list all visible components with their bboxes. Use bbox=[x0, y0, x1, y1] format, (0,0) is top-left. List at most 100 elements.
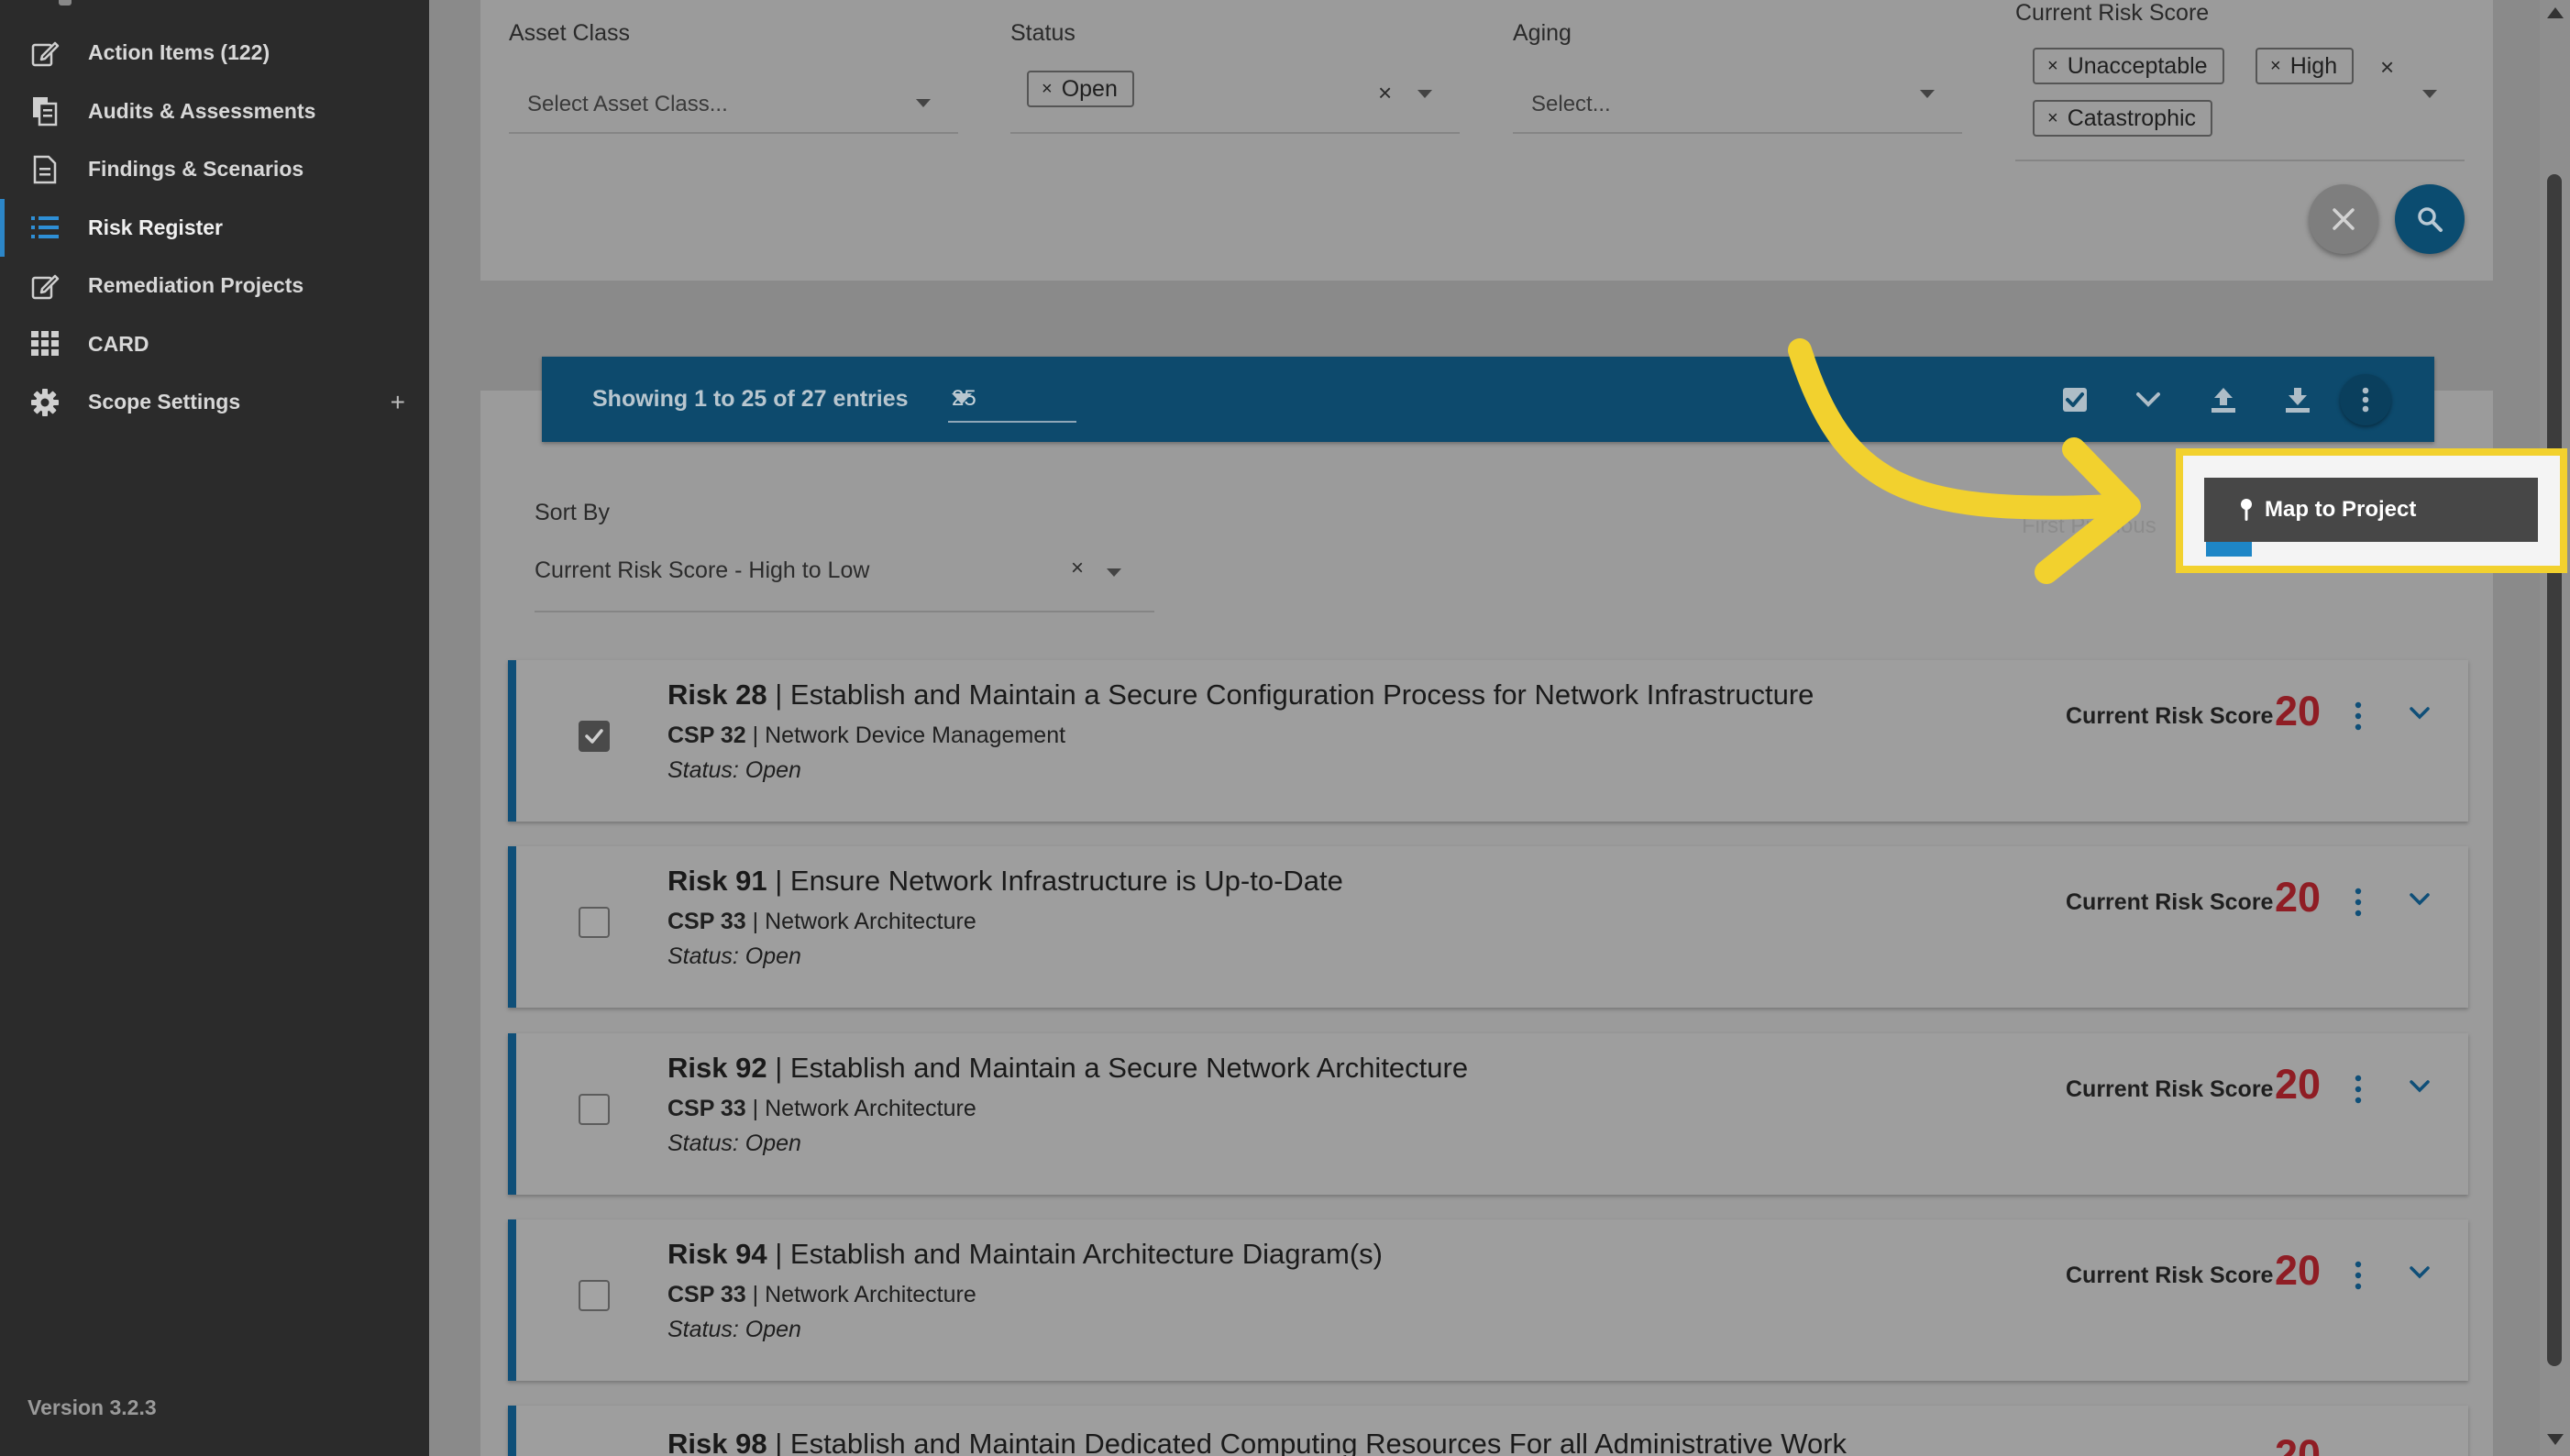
document-icon bbox=[28, 154, 62, 185]
separator: | bbox=[752, 1096, 759, 1121]
risk-score: 20 bbox=[2275, 688, 2322, 734]
risk-status: Status: Open bbox=[667, 1131, 801, 1156]
scroll-down-icon[interactable] bbox=[2547, 1434, 2564, 1445]
risk-title[interactable]: Risk 94 | Establish and Maintain Archite… bbox=[667, 1238, 1383, 1271]
pin-icon bbox=[2239, 498, 2254, 522]
risk-csp: CSP 32 | Network Device Management bbox=[667, 722, 1065, 749]
expand-chevron-icon[interactable] bbox=[2409, 1265, 2431, 1280]
sort-by-select[interactable]: Current Risk Score - High to Low × bbox=[535, 548, 1154, 612]
separator: | bbox=[775, 1238, 783, 1270]
risk-score: 20 bbox=[2275, 1061, 2322, 1108]
sort-clear-icon[interactable]: × bbox=[1071, 556, 1084, 581]
status-chip-open[interactable]: × Open bbox=[1027, 71, 1134, 107]
more-actions-kebab-icon[interactable] bbox=[2340, 374, 2391, 425]
expand-icon[interactable]: + bbox=[391, 388, 405, 417]
remove-chip-icon[interactable]: × bbox=[2047, 56, 2058, 77]
search-button[interactable] bbox=[2395, 184, 2465, 254]
row-kebab-icon[interactable] bbox=[2352, 1074, 2365, 1105]
risk-card[interactable]: Risk 92 | Establish and Maintain a Secur… bbox=[508, 1033, 2468, 1195]
clipboard-icon bbox=[28, 95, 62, 127]
sidebar-item-findings[interactable]: Findings & Scenarios bbox=[0, 140, 429, 199]
remove-chip-icon[interactable]: × bbox=[1042, 79, 1053, 100]
row-checkbox[interactable] bbox=[579, 907, 610, 938]
select-all-checkbox-icon[interactable] bbox=[2054, 379, 2096, 421]
download-icon[interactable] bbox=[2277, 379, 2319, 421]
sidebar-item-action-items[interactable]: Action Items (122) bbox=[0, 24, 429, 83]
expand-chevron-icon[interactable] bbox=[2409, 1079, 2431, 1094]
chip-label: High bbox=[2289, 52, 2338, 79]
risk-status: Status: Open bbox=[667, 1317, 801, 1342]
separator: | bbox=[775, 865, 783, 897]
remove-chip-icon[interactable]: × bbox=[2047, 108, 2058, 129]
row-checkbox[interactable] bbox=[579, 721, 610, 752]
scroll-thumb[interactable] bbox=[2547, 174, 2562, 1366]
sidebar-item-label: CARD bbox=[88, 331, 149, 356]
sidebar-item-remediation[interactable]: Remediation Projects bbox=[0, 257, 429, 315]
risk-score-clear-icon[interactable]: × bbox=[2380, 53, 2394, 82]
risk-card[interactable]: Risk 98 | Establish and Maintain Dedicat… bbox=[508, 1406, 2468, 1456]
risk-title[interactable]: Risk 98 | Establish and Maintain Dedicat… bbox=[667, 1428, 1847, 1456]
aging-placeholder: Select... bbox=[1531, 92, 1611, 116]
risk-card[interactable]: Risk 94 | Establish and Maintain Archite… bbox=[508, 1219, 2468, 1381]
expand-all-chevron-icon[interactable] bbox=[2127, 379, 2169, 421]
risk-title[interactable]: Risk 92 | Establish and Maintain a Secur… bbox=[667, 1052, 1468, 1085]
row-checkbox[interactable] bbox=[579, 1280, 610, 1311]
sidebar-item-label: Audits & Assessments bbox=[88, 98, 316, 123]
scroll-up-icon[interactable] bbox=[2547, 7, 2564, 18]
risk-id: Risk 28 bbox=[667, 678, 767, 711]
pager-active-tab bbox=[2206, 540, 2252, 557]
sidebar-item-card[interactable]: CARD bbox=[0, 315, 429, 374]
per-page-select[interactable]: 25 bbox=[948, 375, 1076, 423]
csp-category: Network Architecture bbox=[765, 1096, 976, 1121]
sidebar-item-label: Risk Register bbox=[88, 215, 224, 239]
close-icon bbox=[2333, 208, 2355, 230]
separator: | bbox=[752, 722, 759, 748]
sidebar-item-risk-register[interactable]: Risk Register bbox=[0, 198, 429, 257]
risk-id: Risk 92 bbox=[667, 1052, 767, 1084]
search-icon bbox=[2418, 207, 2443, 232]
risk-title[interactable]: Risk 28 | Establish and Maintain a Secur… bbox=[667, 678, 1814, 711]
edit-icon bbox=[28, 270, 62, 302]
row-checkbox[interactable] bbox=[579, 1094, 610, 1125]
csp-category: Network Device Management bbox=[765, 722, 1066, 748]
sidebar-item-scope-settings[interactable]: Scope Settings + bbox=[0, 373, 429, 432]
asset-class-select[interactable]: Select Asset Class... bbox=[509, 72, 958, 134]
risk-card[interactable]: Risk 28 | Establish and Maintain a Secur… bbox=[508, 660, 2468, 822]
sidebar-item-label: Findings & Scenarios bbox=[88, 157, 304, 182]
map-to-project-menu-item[interactable]: Map to Project bbox=[2204, 478, 2538, 542]
risk-id: Risk 98 bbox=[667, 1428, 767, 1456]
risk-name: Establish and Maintain Architecture Diag… bbox=[789, 1238, 1384, 1270]
expand-chevron-icon[interactable] bbox=[2409, 706, 2431, 721]
aging-select[interactable]: Select... bbox=[1513, 72, 1962, 134]
row-kebab-icon[interactable] bbox=[2352, 887, 2365, 918]
risk-name: Establish and Maintain Dedicated Computi… bbox=[789, 1428, 1848, 1456]
sidebar-item-audits[interactable]: Audits & Assessments bbox=[0, 83, 429, 141]
row-kebab-icon[interactable] bbox=[2352, 700, 2365, 732]
risk-csp: CSP 33 | Network Architecture bbox=[667, 1282, 976, 1308]
risk-chip-catastrophic[interactable]: × Catastrophic bbox=[2033, 100, 2213, 137]
sidebar-item-label: Scope Settings bbox=[88, 390, 241, 414]
separator: | bbox=[752, 1282, 759, 1307]
status-clear-icon[interactable]: × bbox=[1378, 79, 1392, 107]
csp-category: Network Architecture bbox=[765, 909, 976, 934]
risk-chip-high[interactable]: × High bbox=[2256, 48, 2355, 84]
caret-down-icon bbox=[1920, 90, 1935, 98]
risk-card[interactable]: Risk 91 | Ensure Network Infrastructure … bbox=[508, 846, 2468, 1008]
risk-score: 20 bbox=[2275, 1247, 2322, 1294]
risk-score: 20 bbox=[2275, 1431, 2322, 1456]
risk-title[interactable]: Risk 91 | Ensure Network Infrastructure … bbox=[667, 865, 1343, 898]
row-kebab-icon[interactable] bbox=[2352, 1260, 2365, 1291]
upload-icon[interactable] bbox=[2202, 379, 2245, 421]
page-scrollbar[interactable] bbox=[2540, 0, 2570, 1456]
risk-csp: CSP 33 | Network Architecture bbox=[667, 909, 976, 935]
caret-down-icon bbox=[1107, 568, 1121, 577]
remove-chip-icon[interactable]: × bbox=[2270, 56, 2281, 77]
expand-chevron-icon[interactable] bbox=[2409, 892, 2431, 907]
status-label: Status bbox=[1010, 20, 1075, 46]
pagination[interactable]: First Previous bbox=[2022, 513, 2156, 539]
risk-chip-unacceptable[interactable]: × Unacceptable bbox=[2033, 48, 2224, 84]
sidebar: Action Items (122) Audits & Assessments … bbox=[0, 0, 429, 1456]
list-toolbar: Showing 1 to 25 of 27 entries 25 bbox=[542, 357, 2434, 442]
clear-filters-button[interactable] bbox=[2309, 184, 2378, 254]
risk-name: Establish and Maintain a Secure Configur… bbox=[789, 678, 1814, 711]
